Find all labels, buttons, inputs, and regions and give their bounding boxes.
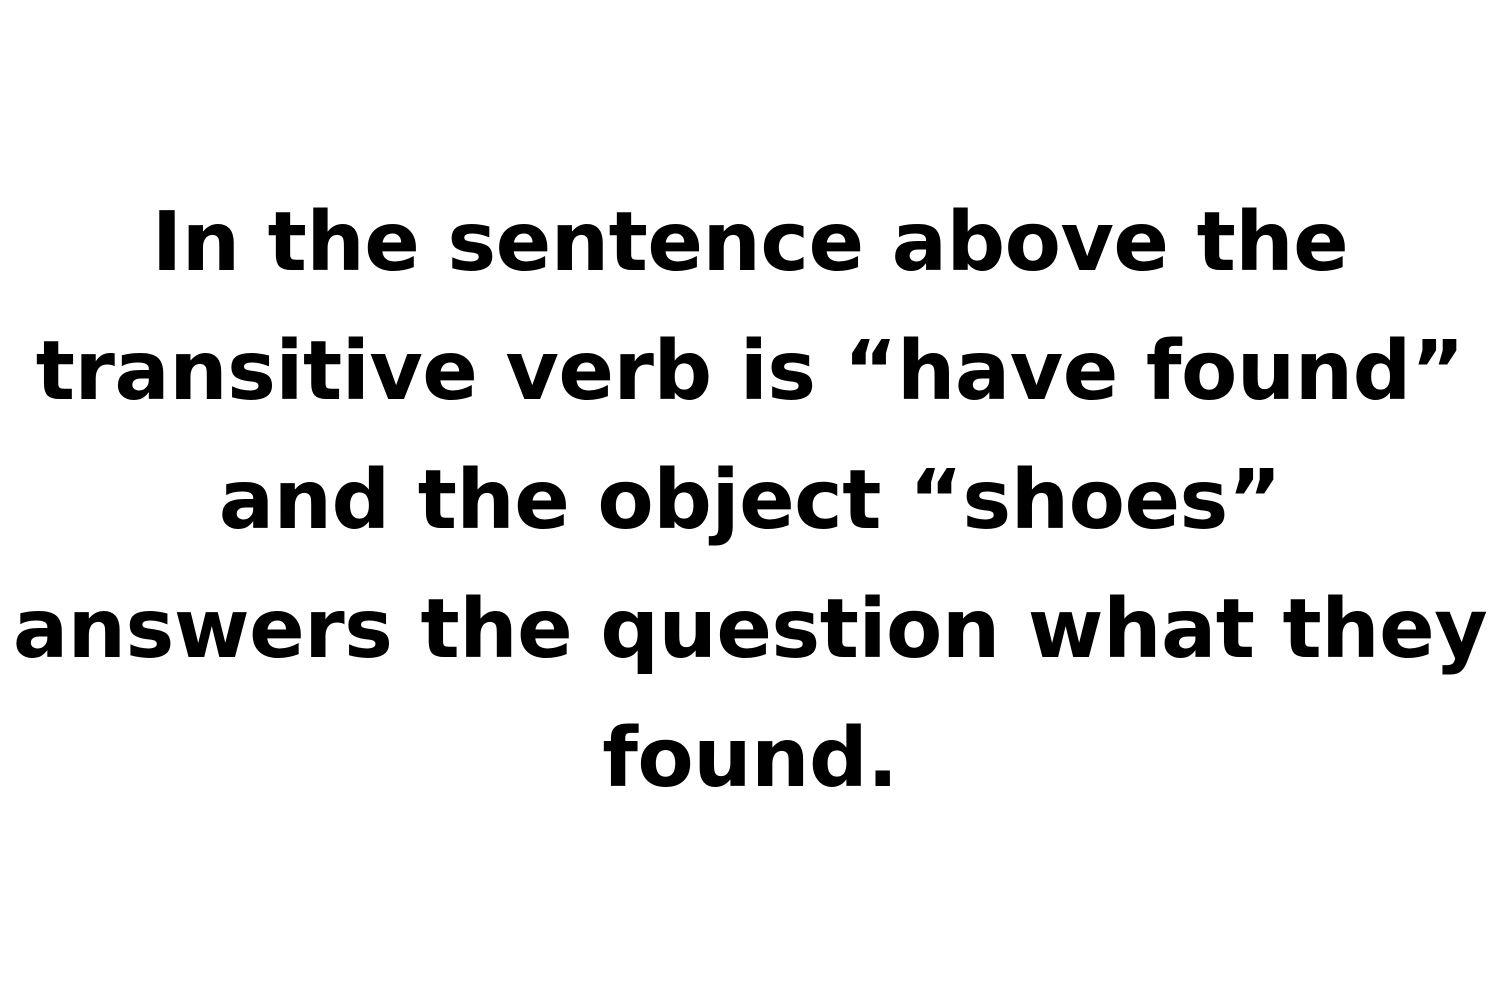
text-line-5: found. [602,711,898,806]
text-line-1: In the sentence above the [151,195,1349,290]
text-line-4: answers the question what they [12,582,1488,677]
slide-canvas: In the sentence above the transitive ver… [0,0,1500,1000]
text-line-3: and the object “shoes” [218,453,1282,548]
explanation-text: In the sentence above the transitive ver… [0,178,1500,823]
text-line-2: transitive verb is “have found” [35,324,1465,419]
